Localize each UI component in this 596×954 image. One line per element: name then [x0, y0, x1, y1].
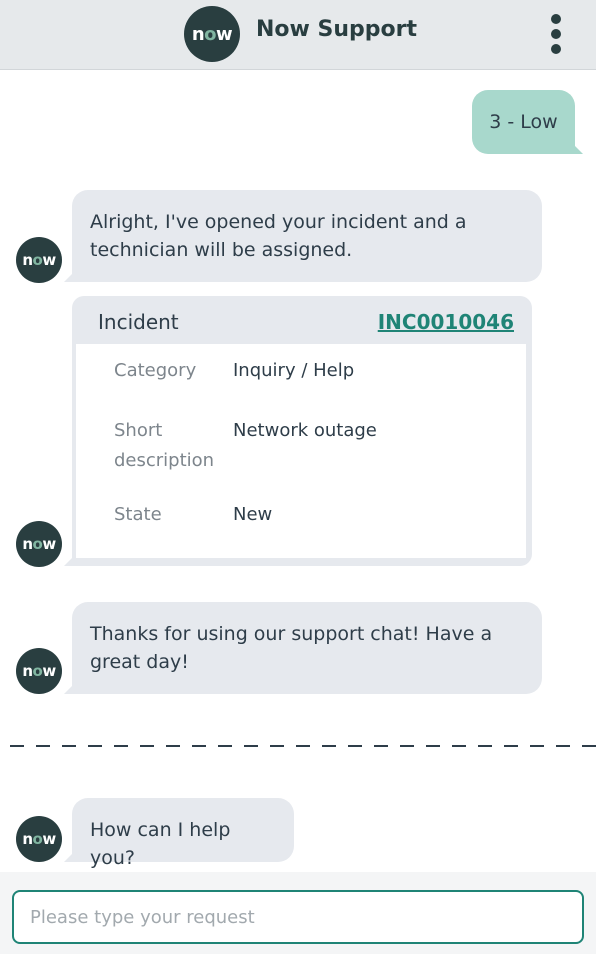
chat-header: now Now Support: [0, 0, 596, 70]
field-label-category: Category: [114, 360, 197, 381]
bot-avatar: now: [16, 237, 62, 283]
field-label-short-description: Short description: [114, 420, 215, 471]
chat-title: Now Support: [256, 17, 417, 42]
incident-card: Incident INC0010046 Category Inquiry / H…: [64, 296, 532, 566]
user-message: 3 - Low: [472, 90, 583, 154]
incident-details: Category Inquiry / Help Short descriptio…: [76, 344, 526, 558]
bot-message-text: Alright, I've opened your incident and a…: [90, 211, 467, 261]
bot-message-text: How can I help you?: [90, 819, 231, 869]
incident-number-link[interactable]: INC0010046: [378, 310, 514, 334]
bot-avatar: now: [16, 521, 62, 567]
bot-avatar: now: [16, 816, 62, 862]
field-value-short-description: Network outage: [233, 420, 377, 441]
bot-message: Alright, I've opened your incident and a…: [64, 190, 542, 282]
request-input[interactable]: [12, 890, 584, 944]
bot-avatar: now: [16, 648, 62, 694]
kebab-menu-icon[interactable]: [545, 14, 567, 54]
composer: [0, 872, 596, 954]
bot-message-text: Thanks for using our support chat! Have …: [90, 623, 493, 673]
now-logo: now: [184, 6, 240, 62]
field-value-category: Inquiry / Help: [233, 360, 355, 381]
conversation-divider: [10, 745, 596, 747]
field-label-state: State: [114, 504, 162, 525]
incident-card-title: Incident: [98, 310, 179, 334]
bot-message: Thanks for using our support chat! Have …: [64, 602, 542, 694]
bot-message: How can I help you?: [64, 798, 294, 869]
field-value-state: New: [233, 504, 273, 525]
